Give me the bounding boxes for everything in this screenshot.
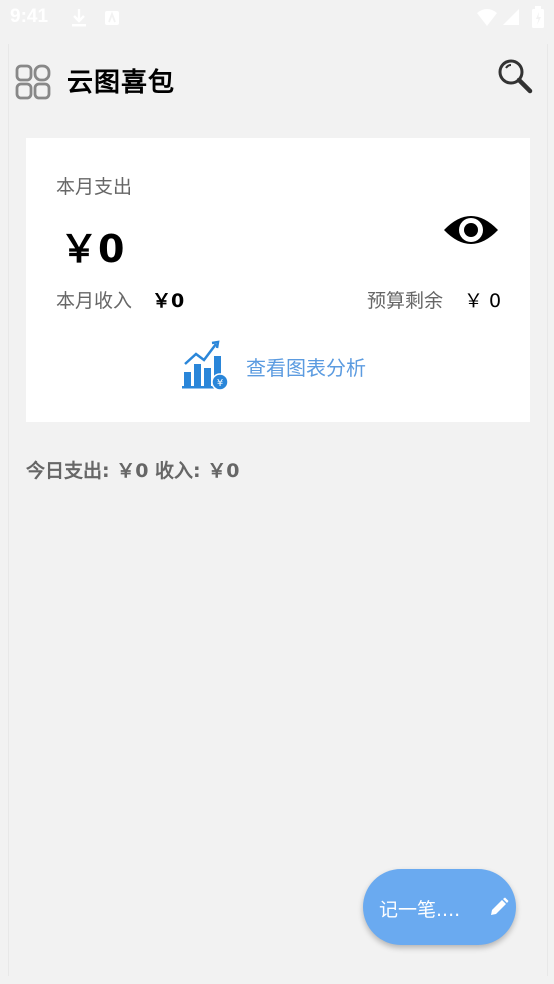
add-record-label: 记一笔.... xyxy=(379,899,461,921)
chart-analysis-label: 查看图表分析 xyxy=(246,356,366,380)
status-time: 9:41 xyxy=(10,6,49,27)
notification-icon xyxy=(105,11,119,25)
status-bar: 9:41 xyxy=(0,0,554,36)
svg-text:¥: ¥ xyxy=(217,378,223,389)
today-summary: 今日支出: ￥0 收入: ￥0 xyxy=(26,460,240,482)
signal-icon xyxy=(503,9,519,25)
month-expense-value: ￥0 xyxy=(60,227,125,271)
budget-remaining-value: ￥ 0 xyxy=(464,290,502,312)
chart-analysis-link[interactable]: ¥ 查看图表分析 xyxy=(180,338,400,394)
month-income-value: ￥0 xyxy=(152,290,185,312)
app-title: 云图喜包 xyxy=(67,68,176,98)
battery-icon xyxy=(532,6,544,28)
wifi-icon xyxy=(477,9,497,26)
chart-analysis-icon: ¥ xyxy=(182,340,229,391)
monthly-summary-card: 本月支出 ￥0 本月收入 ￥0 预算剩余 ￥ 0 ¥ 查看图表分析 xyxy=(26,138,530,422)
month-income-label: 本月收入 xyxy=(56,290,133,312)
top-bar: 云图喜包 xyxy=(9,44,547,120)
month-expense-label: 本月支出 xyxy=(56,176,133,198)
app-frame: 云图喜包 本月支出 ￥0 本月收入 ￥0 预算剩余 ￥ 0 ¥ 查看图表分析 今… xyxy=(8,44,548,976)
grid-menu-icon[interactable] xyxy=(15,64,51,100)
add-record-button[interactable]: 记一笔.... xyxy=(363,869,516,945)
download-icon xyxy=(72,9,86,27)
budget-remaining-label: 预算剩余 xyxy=(367,290,444,312)
eye-icon[interactable] xyxy=(442,208,500,252)
search-icon[interactable] xyxy=(497,58,533,94)
pencil-icon xyxy=(491,897,509,915)
